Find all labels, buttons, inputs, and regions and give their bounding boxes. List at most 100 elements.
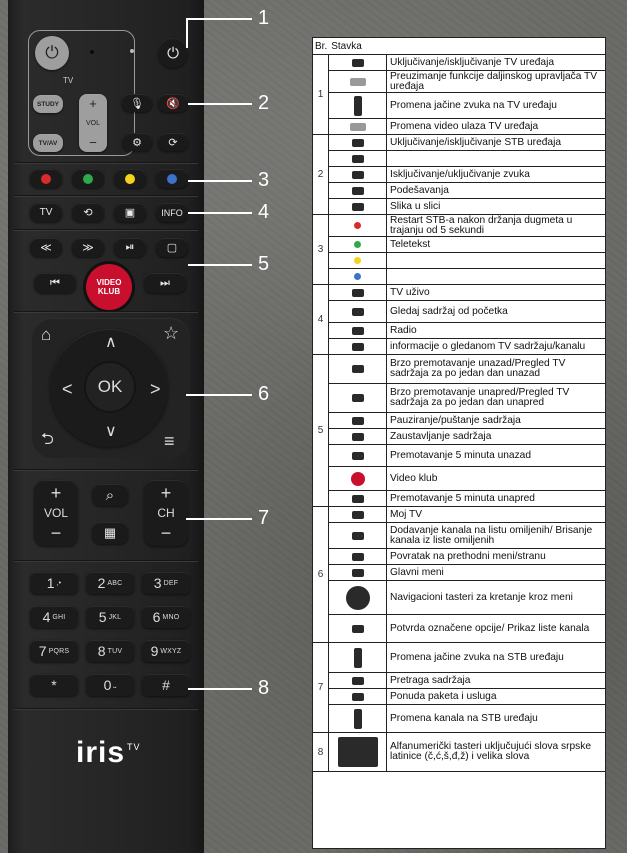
settings-button[interactable]: ⚙ bbox=[122, 133, 152, 151]
right-arrow-icon[interactable]: > bbox=[150, 380, 161, 398]
key-4[interactable]: 4 GHI bbox=[30, 606, 78, 628]
video-klub-button[interactable]: VIDEO KLUB bbox=[86, 264, 132, 310]
star-icon[interactable]: ☆ bbox=[163, 324, 179, 342]
gear-icon bbox=[351, 186, 364, 195]
item-description: Glavni meni bbox=[390, 566, 444, 578]
keypad-icon bbox=[337, 737, 378, 767]
up-arrow-icon[interactable]: ∧ bbox=[105, 335, 117, 351]
item-description bbox=[387, 151, 605, 166]
stop-button[interactable]: ▢ bbox=[156, 238, 188, 257]
key-number: 7 bbox=[38, 643, 47, 659]
key-number: 0 bbox=[103, 677, 112, 693]
tv-power-button[interactable]: ⏻ bbox=[35, 36, 69, 70]
pip-button[interactable]: ⟳ bbox=[158, 133, 188, 151]
key-star[interactable]: * bbox=[30, 674, 78, 696]
key-6[interactable]: 6 MNO bbox=[142, 606, 190, 628]
divider bbox=[14, 162, 198, 164]
tvav-button[interactable]: TV/AV bbox=[33, 134, 63, 152]
skip-forward-button[interactable]: ⏭ bbox=[144, 273, 186, 293]
icon-cell bbox=[329, 151, 387, 166]
ok-button[interactable]: OK bbox=[86, 363, 134, 411]
table-row: Radio bbox=[329, 323, 605, 339]
table-row: Dodavanje kanala na listu omiljenih/ Bri… bbox=[329, 523, 605, 549]
stb-power-button[interactable]: ⏻ bbox=[158, 38, 188, 68]
key-letters: WXYZ bbox=[160, 647, 182, 655]
mute-button[interactable]: 🔇 bbox=[158, 94, 188, 112]
key-0[interactable]: 0 ⎵ bbox=[86, 674, 134, 696]
fast-forward-button[interactable]: ≫ bbox=[72, 238, 104, 257]
search-button[interactable]: ⌕ bbox=[92, 484, 128, 506]
red-dot-icon bbox=[41, 173, 51, 184]
icon-cell bbox=[329, 467, 387, 490]
info-button[interactable]: INFO bbox=[156, 203, 188, 222]
key-number: 2 bbox=[97, 575, 106, 591]
key-hash[interactable]: # bbox=[142, 674, 190, 696]
down-arrow-icon[interactable]: ∨ bbox=[105, 424, 117, 440]
callout-number: 4 bbox=[258, 201, 270, 223]
key-number: # bbox=[162, 677, 170, 693]
yellow-button[interactable] bbox=[114, 169, 146, 188]
play-pause-button[interactable]: ⏯ bbox=[114, 238, 146, 257]
callout-line bbox=[188, 103, 252, 105]
item-description: Pauziranje/puštanje sadržaja bbox=[390, 414, 521, 426]
item-description: Preuzimanje funkcije daljinskog upravlja… bbox=[390, 70, 598, 92]
key-7[interactable]: 7 PQRS bbox=[30, 640, 78, 662]
radio-icon bbox=[351, 326, 364, 335]
key-number: 6 bbox=[152, 609, 161, 625]
key-8[interactable]: 8 TUV bbox=[86, 640, 134, 662]
vol-label: VOL bbox=[43, 506, 68, 520]
skip-back-button[interactable]: ⏮ bbox=[34, 273, 76, 293]
key-letters: MNO bbox=[162, 613, 180, 621]
table-row: Brzo premotavanje unazad/Pregled TV sadr… bbox=[329, 355, 605, 384]
callout-line bbox=[186, 518, 252, 520]
stop-icon bbox=[351, 432, 364, 441]
shop-button[interactable]: ▦ bbox=[92, 522, 128, 544]
item-description: Promena video ulaza TV uređaja bbox=[390, 120, 539, 132]
key-2[interactable]: 2 ABC bbox=[86, 572, 134, 594]
shop-icon: ▦ bbox=[103, 525, 117, 540]
icon-cell bbox=[329, 135, 387, 150]
callout-line bbox=[186, 18, 188, 48]
item-description: Slika u slici bbox=[390, 200, 441, 212]
left-arrow-icon[interactable]: < bbox=[62, 380, 73, 398]
back-icon[interactable]: ⮌ bbox=[41, 432, 54, 448]
tv-button[interactable]: TV bbox=[30, 203, 62, 222]
item-description: Premotavanje 5 minuta unazad bbox=[390, 449, 532, 461]
home-icon[interactable]: ⌂ bbox=[41, 326, 51, 343]
key-letters: DEF bbox=[163, 579, 179, 587]
key-1[interactable]: 1 ,• bbox=[30, 572, 78, 594]
tv-volume-rocker[interactable]: + VOL − bbox=[79, 94, 107, 152]
icon-cell bbox=[329, 199, 387, 214]
search-icon: ⌕ bbox=[105, 486, 115, 504]
channel-rocker[interactable]: + CH − bbox=[144, 480, 188, 546]
play-pause-icon bbox=[351, 416, 364, 425]
stb-volume-rocker[interactable]: + VOL − bbox=[34, 480, 78, 546]
item-description: Brzo premotavanje unapred/Pregled TV sad… bbox=[390, 387, 570, 408]
menu-icon[interactable]: ≡ bbox=[164, 432, 175, 450]
group-number: 3 bbox=[313, 215, 329, 285]
minus-icon: − bbox=[89, 135, 97, 150]
header-number: Br. bbox=[315, 40, 328, 52]
skip-forward-icon: ⏭ bbox=[160, 276, 170, 289]
header-item: Stavka bbox=[331, 40, 362, 52]
callout-line bbox=[186, 18, 252, 20]
key-9[interactable]: 9 WXYZ bbox=[142, 640, 190, 662]
microphone-button[interactable]: 🎙 bbox=[122, 94, 152, 112]
key-3[interactable]: 3 DEF bbox=[142, 572, 190, 594]
table-row: Promena jačine zvuka na TV uređaju bbox=[329, 93, 605, 119]
red-button[interactable] bbox=[30, 169, 62, 188]
table-row: Promena jačine zvuka na STB uređaju bbox=[329, 643, 605, 673]
radio-button[interactable]: ▣ bbox=[114, 203, 146, 222]
green-button[interactable] bbox=[72, 169, 104, 188]
restart-tv-button[interactable]: ⟲ bbox=[72, 203, 104, 222]
study-icon bbox=[349, 77, 366, 86]
blue-button[interactable] bbox=[156, 169, 188, 188]
rewind-button[interactable]: ≪ bbox=[30, 238, 62, 257]
channel-icon bbox=[353, 708, 362, 729]
icon-cell bbox=[329, 549, 387, 564]
minus-icon: − bbox=[50, 523, 62, 543]
key-5[interactable]: 5 JKL bbox=[86, 606, 134, 628]
callout-number: 8 bbox=[258, 677, 270, 699]
study-button[interactable]: STUDY bbox=[33, 95, 63, 113]
table-row bbox=[329, 253, 605, 269]
